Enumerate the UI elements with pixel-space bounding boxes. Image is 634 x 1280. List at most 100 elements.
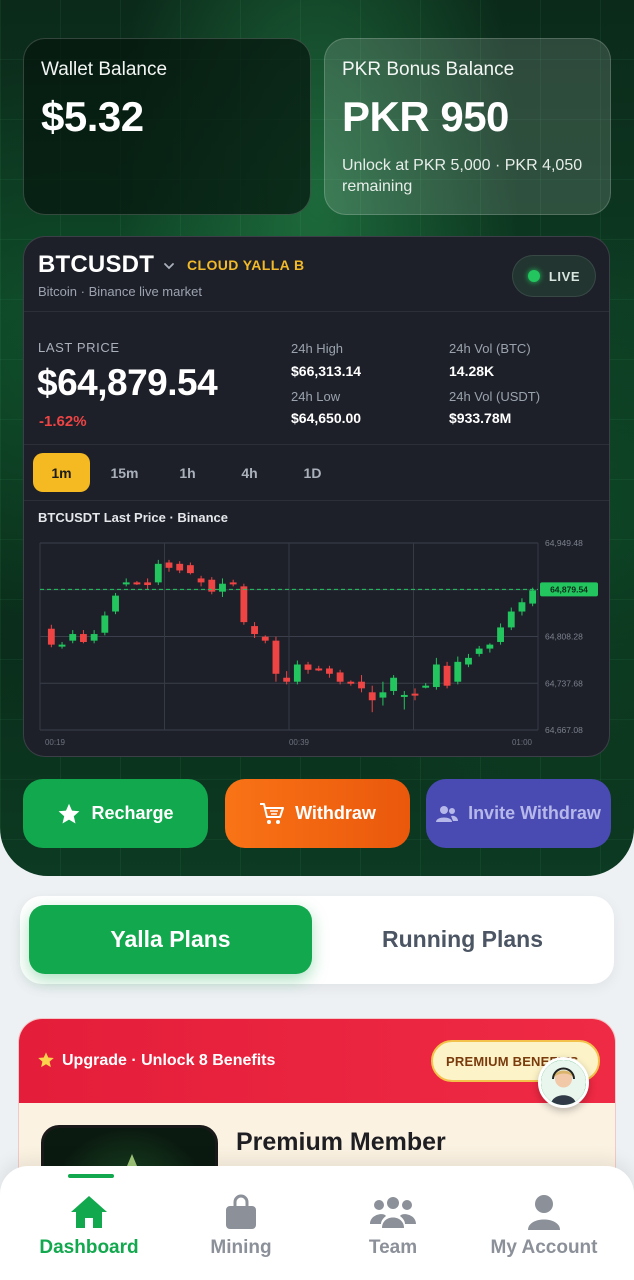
candle-body: [507, 611, 515, 628]
candle-body: [293, 664, 301, 682]
tab-yalla-plans[interactable]: Yalla Plans: [29, 905, 312, 974]
candle-body: [518, 602, 526, 612]
chevron-down-icon[interactable]: [162, 259, 176, 273]
vol-btc-value: 14.28K: [449, 363, 495, 379]
home-icon: [71, 1196, 107, 1228]
nav-my-account-label: My Account: [490, 1237, 598, 1258]
high-value: $66,313.14: [291, 363, 362, 379]
bottom-navigation: Dashboard Mining Team My Account: [0, 1166, 634, 1280]
last-price-label: LAST PRICE: [38, 340, 120, 355]
candle-body: [165, 562, 173, 568]
nav-team-label: Team: [368, 1237, 418, 1258]
live-badge: LIVE: [512, 255, 596, 297]
invite-withdraw-button[interactable]: Invite Withdraw: [426, 779, 611, 848]
users-icon: [436, 805, 459, 822]
withdraw-label: Withdraw: [295, 803, 376, 823]
pair-selector[interactable]: BTCUSDT: [38, 251, 154, 279]
price-change: -1.62%: [39, 413, 87, 430]
bonus-balance-value: PKR 950: [342, 93, 509, 140]
premium-banner: Upgrade · Unlock 8 Benefits PREMIUM BENE…: [19, 1019, 615, 1103]
candle-body: [133, 582, 141, 585]
tab-running-plans[interactable]: Running Plans: [321, 905, 604, 974]
team-icon: [370, 1197, 416, 1228]
wallet-balance-value: $5.32: [41, 93, 144, 140]
candle-body: [154, 563, 162, 583]
plans-tabs: Yalla Plans Running Plans: [20, 896, 614, 984]
tab-1d[interactable]: 1D: [284, 453, 341, 492]
timeframe-tabs: 1m 15m 1h 4h 1D: [24, 445, 609, 501]
candle-body: [272, 640, 280, 674]
premium-member-title: Premium Member: [236, 1128, 446, 1156]
candle-body: [58, 644, 66, 647]
candle-body: [47, 628, 55, 645]
market-stats: LAST PRICE $64,879.54 -1.62% 24h High $6…: [24, 312, 609, 445]
candle-body: [358, 681, 365, 689]
bonus-balance-label: PKR Bonus Balance: [342, 59, 515, 80]
live-label: LIVE: [548, 268, 581, 284]
live-dot-icon: [527, 270, 540, 282]
candle-body: [283, 677, 291, 682]
wallet-balance-card: Wallet Balance $5.32: [23, 38, 311, 215]
candle-body: [336, 672, 344, 682]
candle-body: [176, 563, 184, 571]
bonus-balance-card: PKR Bonus Balance PKR 950 Unlock at PKR …: [324, 38, 611, 215]
tab-4h[interactable]: 4h: [221, 453, 278, 492]
candle-body: [186, 565, 194, 574]
nav-my-account[interactable]: My Account: [469, 1166, 619, 1280]
x-tick-label: 00:19: [45, 738, 66, 747]
wallet-balance-label: Wallet Balance: [41, 59, 168, 80]
nav-dashboard[interactable]: Dashboard: [14, 1166, 164, 1280]
chart-title: BTCUSDT Last Price · Binance: [38, 510, 228, 525]
recharge-button[interactable]: Recharge: [23, 779, 208, 848]
low-label: 24h Low: [291, 389, 341, 404]
tab-1m[interactable]: 1m: [33, 453, 90, 492]
candle-body: [219, 583, 226, 592]
price-chart[interactable]: 64,949.48 64,808.28 64,737.68 64,667.08 00:1…: [24, 527, 610, 757]
low-value: $64,650.00: [291, 410, 362, 426]
candle-body: [69, 634, 77, 641]
nav-mining-label: Mining: [210, 1237, 272, 1258]
y-tick-label: 64,737.68: [545, 678, 583, 688]
y-tick-label: 64,667.08: [545, 725, 583, 735]
nav-team[interactable]: Team: [318, 1166, 468, 1280]
y-tick-label: 64,808.28: [545, 632, 583, 642]
candle-body: [261, 636, 269, 641]
star-icon: [59, 803, 80, 823]
candle-body: [497, 627, 504, 642]
cart-icon: [260, 802, 285, 824]
candle-body: [454, 661, 462, 682]
recharge-label: Recharge: [91, 803, 174, 823]
tab-1h[interactable]: 1h: [159, 453, 216, 492]
candle-body: [315, 668, 323, 671]
candle-body: [422, 685, 430, 688]
market-subtitle: Bitcoin · Binance live market: [38, 284, 203, 299]
candle-body: [465, 657, 472, 665]
bonus-unlock-note: Unlock at PKR 5,000 · PKR 4,050 remainin…: [342, 157, 583, 195]
withdraw-button[interactable]: Withdraw: [225, 779, 410, 848]
y-tick-label: 64,949.48: [545, 538, 583, 548]
candle-body: [390, 677, 398, 691]
candle-body: [197, 578, 205, 583]
candle-body: [251, 626, 258, 635]
x-tick-label: 01:00: [512, 738, 533, 747]
candle-body: [240, 586, 248, 623]
vol-usdt-value: $933.78M: [449, 410, 512, 426]
tab-15m[interactable]: 15m: [96, 453, 153, 492]
x-tick-label: 00:39: [289, 738, 310, 747]
star-icon: [38, 1052, 54, 1068]
support-avatar[interactable]: [538, 1057, 589, 1108]
active-tab-indicator: [68, 1174, 114, 1178]
last-price-value: $64,879.54: [37, 362, 218, 403]
high-label: 24h High: [291, 341, 344, 356]
shopping-bag-icon: [226, 1194, 256, 1229]
invite-withdraw-label: Invite Withdraw: [468, 803, 601, 823]
candle-body: [144, 582, 152, 586]
candle-body: [486, 644, 494, 649]
nav-mining[interactable]: Mining: [166, 1166, 316, 1280]
candle-body: [443, 665, 451, 686]
candle-body: [90, 634, 98, 641]
current-price-label: 64,879.54: [550, 584, 588, 594]
candle-body: [122, 582, 130, 585]
brand-label: CLOUD YALLA B: [187, 257, 305, 273]
candle-body: [112, 595, 119, 612]
